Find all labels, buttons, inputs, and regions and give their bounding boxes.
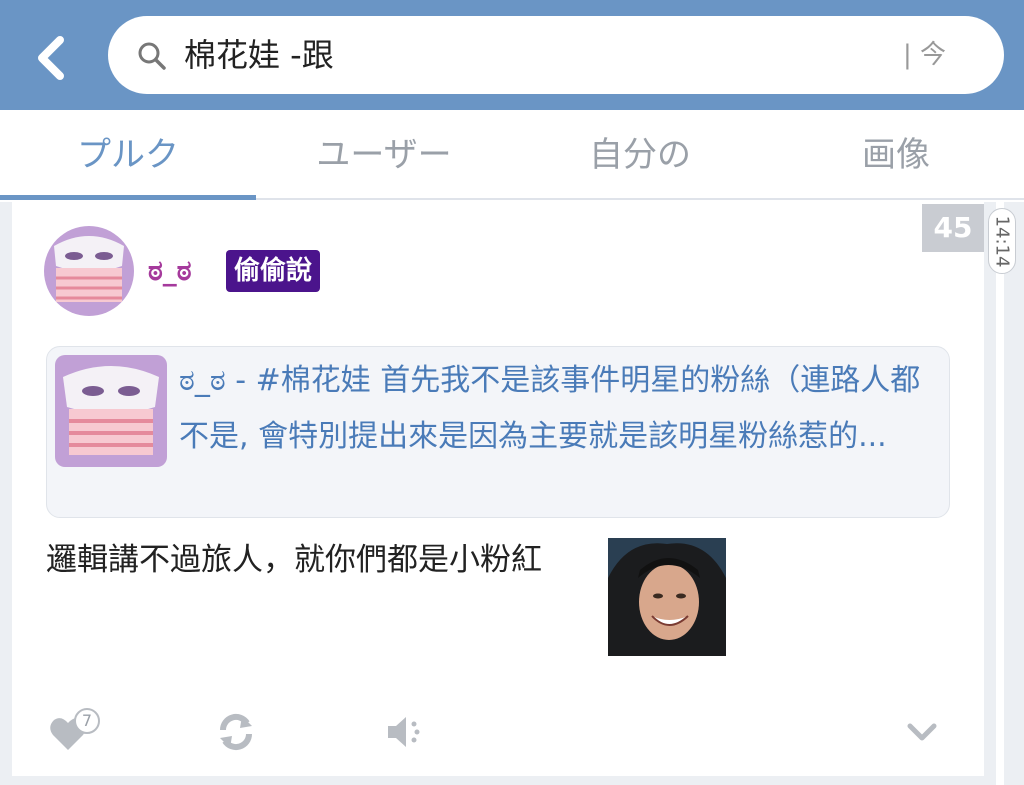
- ime-indicator: | 今: [902, 40, 946, 70]
- top-bar: 棉花娃 -跟 | 今: [0, 0, 1024, 110]
- response-count-badge: 45: [922, 204, 984, 252]
- avatar[interactable]: [44, 226, 134, 316]
- search-input[interactable]: 棉花娃 -跟 | 今: [108, 16, 1004, 94]
- timestamp: 14:14: [991, 215, 1013, 267]
- chevron-down-icon: [907, 723, 937, 741]
- tab-users[interactable]: ユーザー: [256, 110, 512, 198]
- tab-mine[interactable]: 自分の: [512, 110, 768, 198]
- post-content: 邏輯講不過旅人，就你們都是小粉紅: [46, 542, 542, 578]
- plurk-card[interactable]: 45 ಠ_ಠ 偷偷說 ಠ_ಠ - #棉花娃 首先我不是該事件明星的粉絲（連路人都…: [12, 202, 984, 776]
- nickname[interactable]: ಠ_ಠ: [148, 254, 192, 288]
- result-tabs: プルク ユーザー 自分の 画像: [0, 110, 1024, 200]
- back-button[interactable]: [26, 30, 76, 86]
- quote-text[interactable]: ಠ_ಠ - #棉花娃 首先我不是該事件明星的粉絲（連路人都不是, 會特別提出來是…: [179, 353, 941, 465]
- mute-button[interactable]: [384, 708, 428, 754]
- search-query[interactable]: 棉花娃 -跟: [184, 34, 334, 76]
- replurk-icon: [219, 713, 253, 751]
- quote-avatar: [55, 355, 167, 467]
- tab-plurks[interactable]: プルク: [0, 110, 256, 200]
- action-bar: 7: [12, 698, 984, 768]
- like-button[interactable]: 7: [48, 708, 118, 754]
- post-image-thumbnail[interactable]: [608, 538, 726, 656]
- mute-icon: [388, 717, 420, 747]
- results-area: 45 ಠ_ಠ 偷偷說 ಠ_ಠ - #棉花娃 首先我不是該事件明星的粉絲（連路人都…: [0, 202, 1024, 785]
- more-options-button[interactable]: [904, 708, 948, 754]
- replurk-button[interactable]: [216, 708, 260, 754]
- timeline-track: [996, 202, 1004, 785]
- search-icon: [138, 42, 166, 70]
- like-count: 7: [74, 708, 100, 734]
- quoted-plurk[interactable]: ಠ_ಠ - #棉花娃 首先我不是該事件明星的粉絲（連路人都不是, 會特別提出來是…: [46, 346, 950, 518]
- timestamp-pill: 14:14: [988, 208, 1016, 274]
- qualifier-badge: 偷偷說: [226, 250, 321, 292]
- tab-images[interactable]: 画像: [768, 110, 1024, 198]
- back-arrow-icon: [38, 36, 64, 80]
